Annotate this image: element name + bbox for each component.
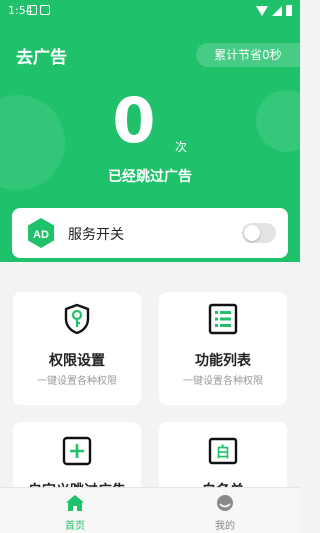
card-subtitle: 一键设置各种权限	[37, 376, 117, 387]
battery-icon	[286, 5, 292, 16]
skip-unit: 次	[175, 140, 188, 154]
signal-icon	[272, 5, 282, 16]
card-subtitle: 一键设置各种权限	[183, 376, 263, 387]
app-title: 去广告	[16, 48, 67, 68]
status-bar: 1:54	[0, 0, 300, 22]
service-switch-card: AD 服务开关	[12, 208, 288, 258]
service-switch-label: 服务开关	[68, 227, 124, 243]
app-logo-icon: AD	[28, 218, 54, 248]
wifi-icon	[256, 5, 268, 16]
key-shield-icon	[64, 303, 90, 335]
feature-list-card[interactable]: 功能列表 一键设置各种权限	[159, 292, 287, 405]
plus-icon	[62, 436, 92, 466]
svg-text:白: 白	[216, 444, 230, 461]
notification-icon	[27, 5, 37, 15]
notification-icon	[40, 5, 50, 15]
tab-label: 我的	[215, 521, 235, 532]
home-icon	[66, 495, 84, 511]
list-icon	[208, 303, 238, 335]
profile-icon	[217, 495, 233, 511]
tab-profile[interactable]: 我的	[150, 488, 300, 533]
bottom-tab-bar: 首页 我的	[0, 487, 300, 533]
tab-label: 首页	[65, 521, 85, 532]
saved-time-badge: 累计节省0秒	[196, 43, 300, 67]
permission-settings-card[interactable]: 权限设置 一键设置各种权限	[13, 292, 141, 405]
card-title: 功能列表	[195, 353, 251, 369]
service-toggle[interactable]	[242, 223, 276, 243]
svg-text:AD: AD	[33, 229, 49, 241]
skip-count: 0	[112, 84, 156, 157]
whitelist-icon: 白	[208, 437, 238, 465]
tab-home[interactable]: 首页	[0, 488, 150, 533]
toggle-knob	[244, 225, 260, 241]
card-title: 权限设置	[49, 353, 105, 369]
skip-label: 已经跳过广告	[108, 169, 192, 185]
